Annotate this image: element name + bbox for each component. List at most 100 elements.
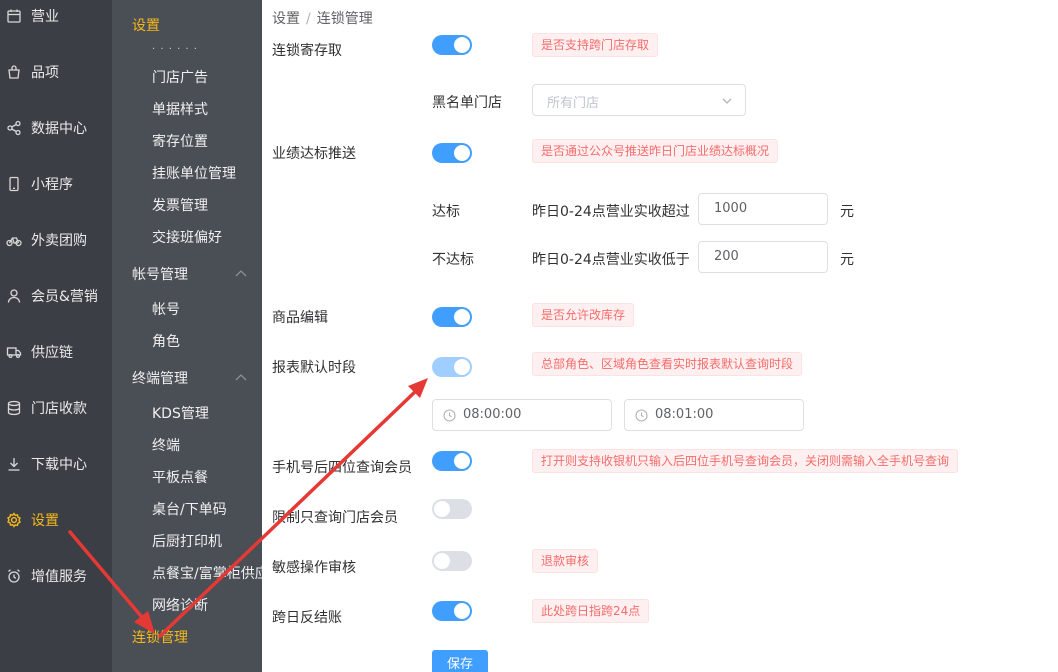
chain-deposit-tip: 是否支持跨门店存取	[532, 33, 659, 57]
blacklist-select[interactable]: 所有门店	[532, 84, 746, 116]
breadcrumb-root[interactable]: 设置	[272, 11, 300, 27]
save-button[interactable]: 保存	[432, 650, 488, 672]
report-period-tip: 总部角色、区域角色查看实时报表默认查询时段	[532, 352, 803, 376]
submenu-item[interactable]: 平板点餐	[152, 467, 208, 487]
goods-edit-switch[interactable]	[432, 307, 472, 327]
not-reach-amount-value: 200	[714, 249, 739, 264]
submenu-group-account[interactable]: 帐号管理	[132, 264, 188, 284]
download-icon	[6, 456, 22, 472]
reach-amount-input[interactable]: 1000	[698, 193, 828, 225]
sidebar-item-members[interactable]: 会员&营销	[0, 276, 112, 316]
performance-push-switch[interactable]	[432, 143, 472, 163]
sidebar-item-settings[interactable]: 设置	[0, 500, 112, 540]
submenu-item[interactable]: 寄存位置	[152, 131, 208, 151]
sidebar-item-label: 营业	[31, 9, 59, 25]
secondary-sidebar: 设置 · · · · · · 门店广告 单据样式 寄存位置 挂账单位管理 发票管…	[112, 0, 262, 672]
app-root: 营业 品项 数据中心 小程序 外卖团购 会员&营销 供应链 门店收款 下载中心 …	[0, 0, 1058, 672]
submenu-item[interactable]: 终端	[152, 435, 180, 455]
bag-icon	[6, 64, 22, 80]
submenu-item[interactable]: 角色	[152, 331, 180, 351]
chevron-up-icon[interactable]	[234, 372, 248, 382]
sidebar-item-label: 小程序	[31, 177, 73, 193]
submenu-item[interactable]: 挂账单位管理	[152, 163, 236, 183]
sidebar-item-label: 外卖团购	[31, 233, 87, 249]
bike-icon	[6, 232, 22, 248]
alarm-icon	[6, 568, 22, 584]
performance-push-label: 业绩达标推送	[272, 146, 356, 162]
cross-day-tip: 此处跨日指跨24点	[532, 599, 650, 623]
sidebar-item-download-center[interactable]: 下载中心	[0, 444, 112, 484]
database-icon	[6, 400, 22, 416]
reach-desc: 昨日0-24点营业实收超过	[532, 204, 690, 220]
submenu-item[interactable]: 单据样式	[152, 99, 208, 119]
submenu-group-terminal[interactable]: 终端管理	[132, 368, 188, 388]
report-start-time-picker[interactable]: 08:00:00	[432, 399, 612, 431]
cross-day-label: 跨日反结账	[272, 610, 342, 626]
submenu-item[interactable]: 帐号	[152, 299, 180, 319]
breadcrumb-separator: /	[306, 11, 311, 27]
scroll-dots: · · · · · ·	[152, 44, 198, 55]
limit-store-member-switch[interactable]	[432, 499, 472, 519]
not-reach-unit: 元	[840, 252, 854, 268]
cross-day-switch[interactable]	[432, 601, 472, 621]
sidebar-item-label: 品项	[31, 65, 59, 81]
chevron-down-icon	[722, 98, 732, 104]
submenu-item[interactable]: 门店广告	[152, 67, 208, 87]
main-content: 设置 / 连锁管理 连锁寄存取 是否支持跨门店存取 黑名单门店 所有门店 业绩达标推…	[262, 0, 1058, 672]
performance-push-tip: 是否通过公众号推送昨日门店业绩达标概况	[532, 139, 779, 163]
submenu-item[interactable]: 发票管理	[152, 195, 208, 215]
phone-last4-switch[interactable]	[432, 451, 472, 471]
sidebar-item-label: 增值服务	[31, 569, 87, 585]
blacklist-placeholder: 所有门店	[547, 96, 600, 111]
submenu-item[interactable]: 交接班偏好	[152, 227, 222, 247]
submenu-item[interactable]: 点餐宝/富掌柜供应	[152, 563, 262, 583]
sidebar-item-label: 数据中心	[31, 121, 87, 137]
submenu-item-chain-management[interactable]: 连锁管理	[132, 627, 188, 647]
clock-icon	[443, 409, 456, 422]
reach-amount-value: 1000	[714, 201, 748, 216]
phone-icon	[6, 176, 22, 192]
goods-edit-label: 商品编辑	[272, 310, 328, 326]
sidebar-item-business[interactable]: 营业	[0, 0, 112, 36]
sidebar-item-label: 供应链	[31, 345, 73, 361]
gear-icon	[6, 512, 22, 528]
breadcrumb: 设置 / 连锁管理	[272, 8, 373, 28]
submenu-item[interactable]: 后厨打印机	[152, 531, 222, 551]
report-period-switch[interactable]	[432, 357, 472, 377]
submenu-item[interactable]: 桌台/下单码	[152, 499, 227, 519]
reach-label: 达标	[432, 204, 460, 220]
report-start-time: 08:00:00	[463, 407, 522, 422]
chain-deposit-label: 连锁寄存取	[272, 43, 342, 59]
submenu-item[interactable]: 网络诊断	[152, 595, 208, 615]
sensitive-audit-label: 敏感操作审核	[272, 560, 356, 576]
sidebar-item-supply-chain[interactable]: 供应链	[0, 332, 112, 372]
share-icon	[6, 120, 22, 136]
breadcrumb-current: 连锁管理	[316, 11, 373, 27]
not-reach-amount-input[interactable]: 200	[698, 241, 828, 273]
primary-sidebar: 营业 品项 数据中心 小程序 外卖团购 会员&营销 供应链 门店收款 下载中心 …	[0, 0, 112, 672]
submenu-item[interactable]: KDS管理	[152, 403, 209, 423]
sidebar-item-label: 下载中心	[31, 457, 87, 473]
sidebar-item-value-added[interactable]: 增值服务	[0, 556, 112, 596]
chevron-up-icon[interactable]	[234, 268, 248, 278]
submenu-header[interactable]: 设置	[132, 15, 160, 35]
truck-icon	[6, 344, 22, 360]
calendar-icon	[6, 8, 22, 24]
sidebar-item-store-payment[interactable]: 门店收款	[0, 388, 112, 428]
clock-icon	[635, 409, 648, 422]
user-icon	[6, 288, 22, 304]
sidebar-item-label: 会员&营销	[31, 289, 98, 305]
sidebar-item-miniprogram[interactable]: 小程序	[0, 164, 112, 204]
sensitive-audit-tip: 退款审核	[532, 549, 599, 573]
reach-unit: 元	[840, 204, 854, 220]
chain-deposit-switch[interactable]	[432, 35, 472, 55]
sidebar-item-label: 门店收款	[31, 401, 87, 417]
report-period-label: 报表默认时段	[272, 360, 356, 376]
limit-store-member-label: 限制只查询门店会员	[272, 510, 398, 526]
report-end-time-picker[interactable]: 08:01:00	[624, 399, 804, 431]
sensitive-audit-switch[interactable]	[432, 551, 472, 571]
sidebar-item-products[interactable]: 品项	[0, 52, 112, 92]
sidebar-item-data-center[interactable]: 数据中心	[0, 108, 112, 148]
phone-last4-label: 手机号后四位查询会员	[272, 460, 412, 476]
sidebar-item-takeaway[interactable]: 外卖团购	[0, 220, 112, 260]
